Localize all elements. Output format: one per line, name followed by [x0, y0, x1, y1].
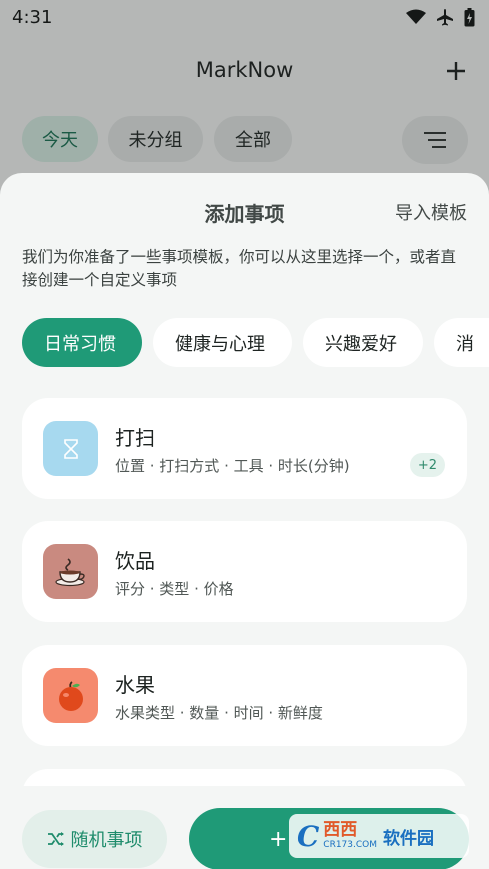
tab-more[interactable]: 消	[434, 318, 489, 367]
wifi-icon	[406, 9, 426, 24]
tab-daily-habits[interactable]: 日常习惯	[22, 318, 142, 367]
sort-lines-icon	[424, 132, 446, 148]
create-item-label: +	[269, 826, 288, 852]
template-fields: 评分 · 类型 · 价格	[115, 580, 234, 598]
template-fields: 水果类型 · 数量 · 时间 · 新鲜度	[115, 704, 323, 722]
filter-row: 今天 未分组 全部	[22, 116, 468, 164]
random-item-label: 随机事项	[70, 830, 143, 851]
watermark-url: CR173.COM	[323, 840, 378, 850]
apple-icon	[43, 668, 98, 723]
random-item-button[interactable]: 随机事项	[22, 810, 167, 868]
watermark-brand: 西西	[323, 820, 358, 840]
extra-fields-badge: +2	[409, 453, 445, 477]
watermark-logo: C 西西 CR173.COM 软件园	[289, 814, 469, 858]
add-button[interactable]	[441, 56, 471, 86]
coffee-cup-icon	[43, 544, 98, 599]
plus-icon	[447, 62, 465, 80]
template-card-drinks[interactable]: 饮品 评分 · 类型 · 价格	[22, 521, 467, 622]
tab-health-mind[interactable]: 健康与心理	[153, 318, 292, 367]
import-template-button[interactable]: 导入模板	[395, 199, 467, 225]
category-tabs: 日常习惯 健康与心理 兴趣爱好 消	[22, 318, 489, 368]
filter-today[interactable]: 今天	[22, 116, 98, 162]
battery-icon	[464, 7, 475, 26]
sort-button[interactable]	[402, 116, 468, 164]
watermark-text: 西西 CR173.COM	[323, 822, 377, 850]
filter-all[interactable]: 全部	[214, 116, 292, 162]
airplane-icon	[437, 9, 453, 26]
shuffle-icon	[47, 832, 64, 846]
template-title: 打扫	[115, 426, 155, 450]
template-card-cleaning[interactable]: 打扫 位置 · 打扫方式 · 工具 · 时长(分钟) +2	[22, 398, 467, 499]
status-time: 4:31	[12, 6, 53, 28]
template-card-fruit[interactable]: 水果 水果类型 · 数量 · 时间 · 新鲜度	[22, 645, 467, 746]
app-title: MarkNow	[195, 58, 294, 82]
filter-ungrouped[interactable]: 未分组	[108, 116, 203, 162]
watermark-cn: 软件园	[383, 828, 435, 849]
watermark-c-glyph: C	[297, 819, 320, 853]
status-icons	[406, 7, 475, 27]
sheet-description: 我们为你准备了一些事项模板，你可以从这里选择一个，或者直接创建一个自定义事项	[22, 248, 457, 289]
template-fields: 位置 · 打扫方式 · 工具 · 时长(分钟)	[115, 457, 350, 475]
template-title: 水果	[115, 673, 155, 697]
add-item-sheet: 添加事项 导入模板 我们为你准备了一些事项模板，你可以从这里选择一个，或者直接创…	[0, 173, 489, 869]
template-title: 饮品	[115, 549, 155, 573]
tab-hobbies[interactable]: 兴趣爱好	[303, 318, 423, 367]
app-header: MarkNow	[0, 52, 489, 92]
status-bar: 4:31	[0, 0, 489, 34]
hourglass-icon	[43, 421, 98, 476]
